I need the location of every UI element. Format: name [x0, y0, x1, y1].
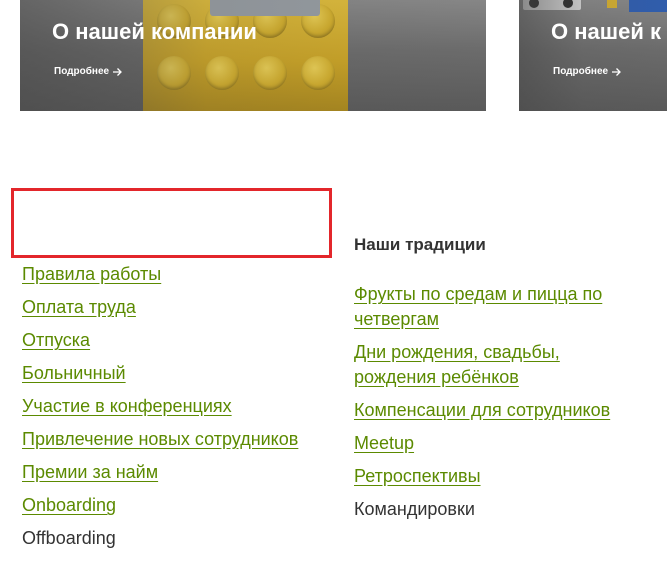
link-referral-bonus[interactable]: Премии за найм: [22, 462, 158, 482]
list-item: Привлечение новых сотрудников: [22, 427, 342, 452]
arrow-right-icon: [113, 67, 122, 76]
list-item: Ретроспективы: [354, 464, 644, 489]
link-compensations[interactable]: Компенсации для сотрудников: [354, 400, 610, 420]
list-item: Отпуска: [22, 328, 342, 353]
about-company-card-2[interactable]: О нашей к Подробнее: [519, 0, 667, 111]
list-item: Meetup: [354, 431, 644, 456]
list-item: Компенсации для сотрудников: [354, 398, 644, 423]
list-item: Командировки: [354, 497, 644, 522]
list-item: Дни рождения, свадьбы, рождения ребёнков: [354, 340, 644, 390]
card-more-label: Подробнее: [54, 66, 110, 77]
link-fruits-pizza[interactable]: Фрукты по средам и пицца по четвергам: [354, 284, 602, 329]
link-birthdays[interactable]: Дни рождения, свадьбы, рождения ребёнков: [354, 342, 560, 387]
card-title: О нашей компании: [52, 19, 257, 44]
business-trips-text: Командировки: [354, 499, 475, 519]
offboarding-text: Offboarding: [22, 528, 116, 548]
traditions-column: Наши традиции Фрукты по средам и пицца п…: [354, 235, 644, 530]
list-item: Оплата труда: [22, 295, 342, 320]
list-item: Премии за найм: [22, 460, 342, 485]
card-more-label: Подробнее: [553, 66, 609, 77]
link-hiring[interactable]: Привлечение новых сотрудников: [22, 429, 298, 449]
list-item: Offboarding: [22, 526, 342, 551]
rules-column: Правила работы Оплата труда Отпуска Боль…: [22, 262, 342, 559]
list-item: Правила работы: [22, 262, 342, 287]
link-payment[interactable]: Оплата труда: [22, 297, 136, 317]
link-conferences[interactable]: Участие в конференциях: [22, 396, 232, 416]
link-work-rules[interactable]: Правила работы: [22, 264, 161, 284]
about-company-card[interactable]: О нашей компании Подробнее: [20, 0, 486, 111]
highlight-box: [11, 188, 332, 258]
card-title: О нашей к: [551, 19, 661, 44]
link-onboarding[interactable]: Onboarding: [22, 495, 116, 515]
list-item: Onboarding: [22, 493, 342, 518]
rules-links-list: Правила работы Оплата труда Отпуска Боль…: [22, 262, 342, 551]
link-retrospectives[interactable]: Ретроспективы: [354, 466, 481, 486]
link-vacations[interactable]: Отпуска: [22, 330, 90, 350]
list-item: Участие в конференциях: [22, 394, 342, 419]
card-more-link[interactable]: Подробнее: [553, 66, 621, 77]
link-sick-leave[interactable]: Больничный: [22, 363, 126, 383]
list-item: Больничный: [22, 361, 342, 386]
card-more-link[interactable]: Подробнее: [54, 66, 122, 77]
traditions-links-list: Фрукты по средам и пицца по четвергам Дн…: [354, 282, 644, 522]
traditions-heading: Наши традиции: [354, 235, 486, 254]
list-item: Фрукты по средам и пицца по четвергам: [354, 282, 644, 332]
arrow-right-icon: [612, 67, 621, 76]
link-meetup[interactable]: Meetup: [354, 433, 414, 453]
